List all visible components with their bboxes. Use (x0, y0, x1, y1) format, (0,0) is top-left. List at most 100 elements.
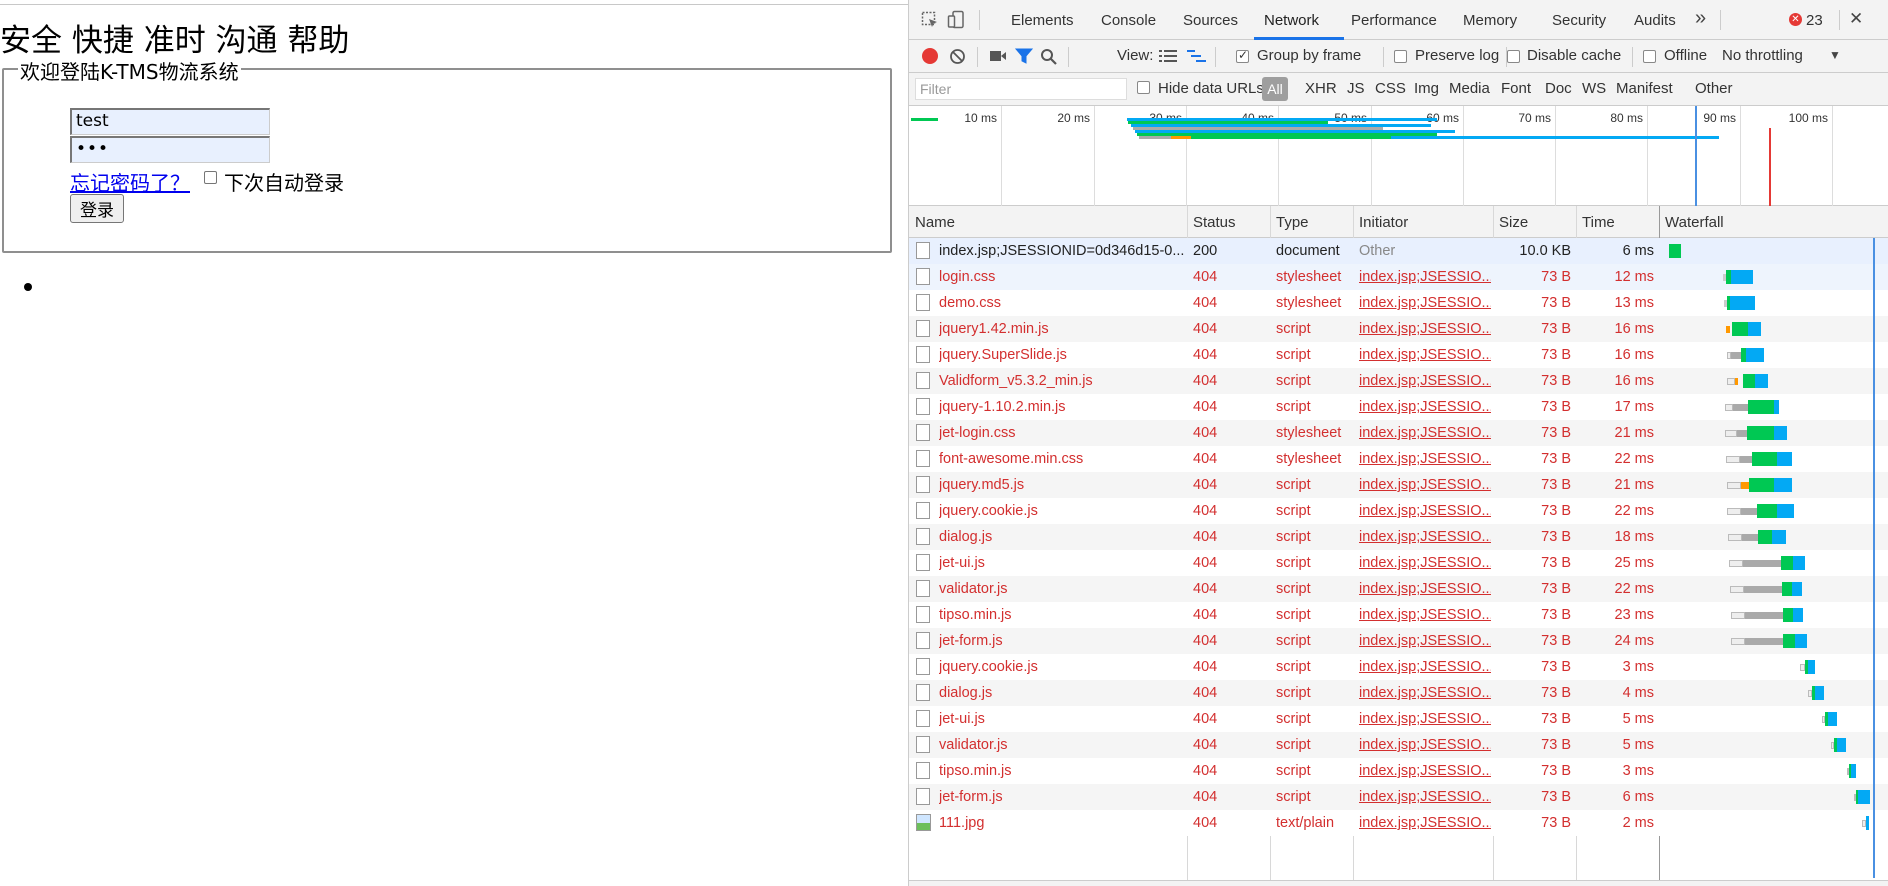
search-icon[interactable] (1040, 48, 1058, 69)
password-input[interactable]: ••• (70, 136, 270, 163)
request-initiator-link[interactable]: index.jsp;JSESSIO... (1359, 732, 1491, 758)
network-request-row[interactable]: validator.js 404 script index.jsp;JSESSIO..… (909, 576, 1888, 602)
column-header-initiator[interactable]: Initiator (1359, 214, 1408, 231)
filter-input[interactable]: Filter (915, 78, 1127, 100)
throttling-select[interactable]: No throttling (1722, 47, 1803, 64)
type-filter-doc[interactable]: Doc (1545, 80, 1572, 97)
more-tabs-icon[interactable]: » (1695, 7, 1706, 30)
tab-memory[interactable]: Memory (1463, 12, 1517, 29)
network-request-row[interactable]: validator.js 404 script index.jsp;JSESSIO..… (909, 732, 1888, 758)
offline-checkbox[interactable] (1643, 50, 1656, 63)
close-devtools-icon[interactable]: ✕ (1849, 9, 1863, 29)
preserve-log-checkbox[interactable] (1394, 50, 1407, 63)
forgot-password-link[interactable]: 忘记密码了？ (70, 167, 190, 196)
inspect-element-icon[interactable] (921, 11, 939, 32)
network-request-row[interactable]: login.css 404 stylesheet index.jsp;JSESSIO.… (909, 264, 1888, 290)
type-filter-other[interactable]: Other (1695, 80, 1733, 97)
network-request-row[interactable]: 111.jpg 404 text/plain index.jsp;JSESSIO...… (909, 810, 1888, 836)
remember-me-checkbox[interactable] (204, 171, 217, 184)
type-filter-css[interactable]: CSS (1375, 80, 1406, 97)
column-header-time[interactable]: Time (1582, 214, 1615, 231)
horizontal-scrollbar[interactable] (909, 880, 1888, 886)
request-initiator-link[interactable]: index.jsp;JSESSIO... (1359, 394, 1491, 420)
type-filter-manifest[interactable]: Manifest (1616, 80, 1673, 97)
network-request-row[interactable]: jet-ui.js 404 script index.jsp;JSESSIO... 73… (909, 706, 1888, 732)
network-request-row[interactable]: jquery.cookie.js 404 script index.jsp;JSESS… (909, 498, 1888, 524)
login-button[interactable]: 登录 (70, 194, 124, 223)
type-filter-media[interactable]: Media (1449, 80, 1490, 97)
request-initiator-link[interactable]: index.jsp;JSESSIO... (1359, 680, 1491, 706)
request-initiator-link[interactable]: index.jsp;JSESSIO... (1359, 654, 1491, 680)
column-header-type[interactable]: Type (1276, 214, 1309, 231)
network-request-row[interactable]: demo.css 404 stylesheet index.jsp;JSESSIO..… (909, 290, 1888, 316)
column-header-name[interactable]: Name (915, 214, 955, 231)
username-input[interactable]: test (70, 108, 270, 135)
throttling-dropdown-icon[interactable]: ▼ (1829, 48, 1841, 62)
request-initiator-link[interactable]: index.jsp;JSESSIO... (1359, 368, 1491, 394)
network-overview-timeline[interactable]: 10 ms20 ms30 ms40 ms50 ms60 ms70 ms80 ms… (909, 106, 1888, 206)
type-filter-img[interactable]: Img (1414, 80, 1439, 97)
request-initiator-link[interactable]: index.jsp;JSESSIO... (1359, 784, 1491, 810)
network-request-row[interactable]: tipso.min.js 404 script index.jsp;JSESSIO..… (909, 602, 1888, 628)
column-header-waterfall[interactable]: Waterfall (1665, 214, 1724, 231)
request-status: 404 (1193, 373, 1218, 389)
request-initiator-link[interactable]: index.jsp;JSESSIO... (1359, 810, 1491, 836)
network-request-row[interactable]: tipso.min.js 404 script index.jsp;JSESSIO..… (909, 758, 1888, 784)
network-request-row[interactable]: font-awesome.min.css 404 stylesheet index.j… (909, 446, 1888, 472)
tab-elements[interactable]: Elements (1011, 12, 1074, 29)
network-request-row[interactable]: jquery.md5.js 404 script index.jsp;JSESSIO.… (909, 472, 1888, 498)
disable-cache-checkbox[interactable] (1507, 50, 1520, 63)
request-initiator-link[interactable]: index.jsp;JSESSIO... (1359, 628, 1491, 654)
request-initiator-link[interactable]: index.jsp;JSESSIO... (1359, 264, 1491, 290)
request-initiator-link[interactable]: index.jsp;JSESSIO... (1359, 342, 1491, 368)
request-initiator-link[interactable]: index.jsp;JSESSIO... (1359, 550, 1491, 576)
network-request-row[interactable]: jquery.SuperSlide.js 404 script index.jsp;J… (909, 342, 1888, 368)
column-header-status[interactable]: Status (1193, 214, 1236, 231)
network-request-row[interactable]: jquery-1.10.2.min.js 404 script index.jsp;J… (909, 394, 1888, 420)
record-icon[interactable] (922, 48, 938, 64)
type-filter-font[interactable]: Font (1501, 80, 1531, 97)
network-request-row[interactable]: dialog.js 404 script index.jsp;JSESSIO... 73… (909, 524, 1888, 550)
request-initiator-link[interactable]: index.jsp;JSESSIO... (1359, 420, 1491, 446)
tab-audits[interactable]: Audits (1634, 12, 1676, 29)
request-initiator-link[interactable]: index.jsp;JSESSIO... (1359, 498, 1491, 524)
network-request-row[interactable]: dialog.js 404 script index.jsp;JSESSIO... 73… (909, 680, 1888, 706)
request-initiator-link[interactable]: index.jsp;JSESSIO... (1359, 472, 1491, 498)
request-initiator-link[interactable]: index.jsp;JSESSIO... (1359, 524, 1491, 550)
request-initiator-link[interactable]: index.jsp;JSESSIO... (1359, 446, 1491, 472)
type-filter-js[interactable]: JS (1347, 80, 1365, 97)
screenshot-camera-icon[interactable] (989, 49, 1007, 66)
type-filter-all[interactable]: All (1262, 77, 1288, 101)
clear-icon[interactable] (949, 48, 966, 68)
type-filter-ws[interactable]: WS (1582, 80, 1606, 97)
network-request-row[interactable]: index.jsp;JSESSIONID=0d346d15-0... 200 doc… (909, 238, 1888, 264)
network-request-row[interactable]: jquery.cookie.js 404 script index.jsp;JSESS… (909, 654, 1888, 680)
request-initiator-link[interactable]: index.jsp;JSESSIO... (1359, 576, 1491, 602)
filter-icon[interactable] (1014, 48, 1034, 68)
network-request-row[interactable]: jet-login.css 404 stylesheet index.jsp;JSES… (909, 420, 1888, 446)
type-filter-xhr[interactable]: XHR (1305, 80, 1337, 97)
request-initiator-link[interactable]: index.jsp;JSESSIO... (1359, 706, 1491, 732)
network-request-row[interactable]: Validform_v5.3.2_min.js 404 script index.js… (909, 368, 1888, 394)
network-request-row[interactable]: jquery1.42.min.js 404 script index.jsp;JSES… (909, 316, 1888, 342)
device-toolbar-icon[interactable] (947, 10, 967, 33)
large-rows-icon[interactable] (1159, 49, 1177, 66)
request-initiator-link[interactable]: index.jsp;JSESSIO... (1359, 316, 1491, 342)
tab-console[interactable]: Console (1101, 12, 1156, 29)
group-by-frame-checkbox[interactable] (1236, 48, 1249, 63)
network-request-row[interactable]: jet-form.js 404 script index.jsp;JSESSIO...… (909, 784, 1888, 810)
network-request-row[interactable]: jet-form.js 404 script index.jsp;JSESSIO...… (909, 628, 1888, 654)
tab-security[interactable]: Security (1552, 12, 1606, 29)
network-request-row[interactable]: jet-ui.js 404 script index.jsp;JSESSIO... 73… (909, 550, 1888, 576)
request-initiator-link[interactable]: index.jsp;JSESSIO... (1359, 290, 1491, 316)
hide-data-urls-checkbox[interactable] (1137, 81, 1150, 94)
tab-performance[interactable]: Performance (1351, 12, 1437, 29)
tab-network[interactable]: Network (1264, 12, 1319, 29)
request-initiator-link[interactable]: index.jsp;JSESSIO... (1359, 758, 1491, 784)
request-initiator-link[interactable]: index.jsp;JSESSIO... (1359, 602, 1491, 628)
error-icon[interactable]: ✕ (1789, 13, 1802, 26)
error-count[interactable]: 23 (1806, 12, 1823, 29)
waterfall-view-icon[interactable] (1187, 49, 1207, 66)
column-header-size[interactable]: Size (1499, 214, 1528, 231)
tab-sources[interactable]: Sources (1183, 12, 1238, 29)
